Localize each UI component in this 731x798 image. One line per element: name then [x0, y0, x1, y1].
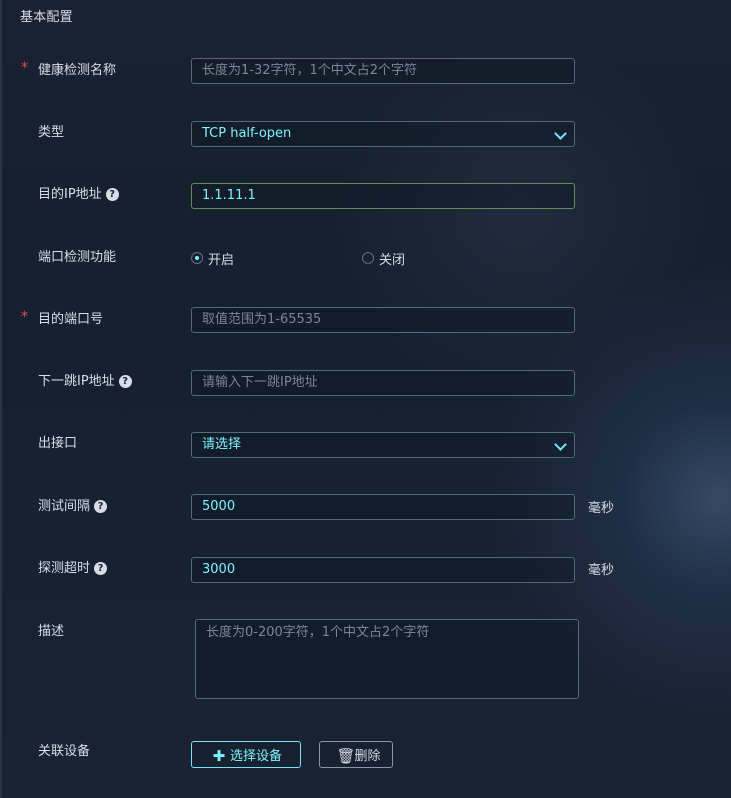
outbound-interface-selected-value: 请选择: [202, 437, 242, 452]
delete-label: 删除: [354, 748, 381, 763]
port-check-label: 端口检测功能: [38, 250, 117, 265]
select-devices-label: 选择设备: [229, 748, 282, 763]
type-label: 类型: [38, 125, 65, 140]
question-circle-icon[interactable]: ?: [105, 188, 119, 201]
question-circle-icon[interactable]: ?: [94, 500, 108, 513]
destination-ip-label-text: 目的IP地址: [38, 187, 102, 202]
required-mark: *: [21, 60, 28, 76]
test-interval-label-text: 测试间隔: [38, 499, 91, 514]
destination-port-label: 目的端口号: [38, 312, 104, 327]
select-devices-button[interactable]: ✚ 选择设备: [191, 741, 301, 768]
destination-ip-input[interactable]: 1.1.11.1: [191, 183, 575, 209]
probe-timeout-label: 探测超时?: [38, 559, 108, 579]
associated-devices-label: 关联设备: [38, 744, 91, 759]
chevron-down-icon: [554, 438, 567, 451]
radio-checked-icon[interactable]: [191, 252, 203, 264]
destination-ip-label: 目的IP地址?: [38, 185, 119, 205]
outbound-interface-select[interactable]: 请选择: [191, 432, 575, 458]
next-hop-label: 下一跳IP地址?: [38, 372, 132, 392]
radio-unchecked-icon[interactable]: [362, 252, 374, 264]
plus-icon: ✚: [212, 748, 226, 765]
description-label: 描述: [38, 624, 65, 639]
next-hop-label-text: 下一跳IP地址: [38, 374, 115, 389]
description-textarea[interactable]: 长度为0-200字符，1个中文占2个字符: [195, 619, 579, 699]
delete-button[interactable]: 🗑删除: [319, 741, 393, 768]
probe-timeout-input[interactable]: 3000: [191, 557, 575, 583]
chevron-down-icon: [554, 127, 567, 140]
test-interval-input[interactable]: 5000: [191, 494, 575, 520]
associated-devices-row: 关联设备 ✚ 选择设备 🗑删除: [0, 741, 731, 775]
required-mark: *: [21, 309, 28, 325]
port-check-enable-option[interactable]: 开启: [191, 248, 234, 268]
type-selected-value: TCP half-open: [202, 126, 292, 141]
test-interval-label: 测试间隔?: [38, 497, 108, 517]
next-hop-input[interactable]: 请输入下一跳IP地址: [191, 370, 575, 396]
probe-timeout-label-text: 探测超时: [38, 561, 91, 576]
port-check-enable-label: 开启: [208, 252, 235, 268]
destination-port-input[interactable]: 取值范围为1-65535: [191, 307, 575, 333]
type-select[interactable]: TCP half-open: [191, 121, 575, 147]
port-check-disable-option[interactable]: 关闭: [362, 248, 405, 268]
test-interval-unit: 毫秒: [588, 501, 615, 516]
question-circle-icon[interactable]: ?: [94, 562, 108, 575]
port-check-row: 端口检测功能 开启 关闭: [0, 248, 731, 282]
probe-timeout-unit: 毫秒: [588, 563, 615, 578]
basic-config-panel: 基本配置 * 健康检测名称 长度为1-32字符，1个中文占2个字符 类型 TCP…: [0, 0, 731, 798]
section-title: 基本配置: [20, 10, 73, 25]
port-check-disable-label: 关闭: [379, 252, 406, 268]
question-circle-icon[interactable]: ?: [118, 375, 132, 388]
health-check-name-input[interactable]: 长度为1-32字符，1个中文占2个字符: [191, 58, 575, 84]
outbound-interface-label: 出接口: [38, 436, 78, 451]
trash-icon: 🗑: [336, 748, 356, 765]
health-check-name-label: 健康检测名称: [38, 63, 117, 78]
